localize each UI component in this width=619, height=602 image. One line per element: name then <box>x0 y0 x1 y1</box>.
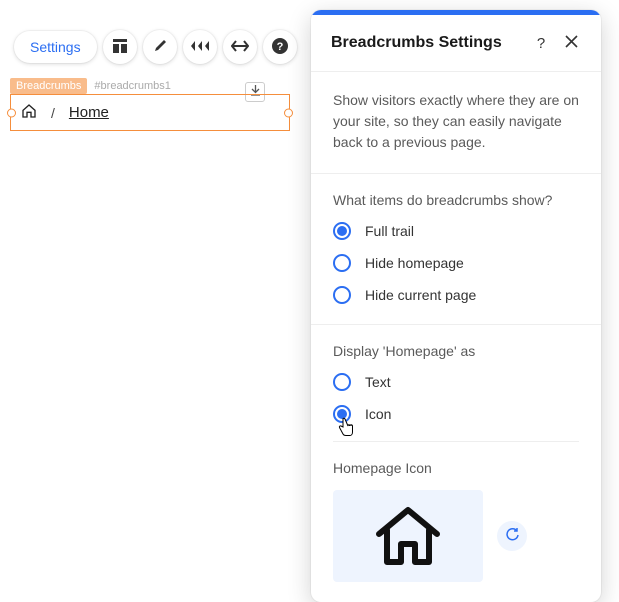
display-section: Display 'Homepage' as Text Icon Homepage… <box>311 325 601 602</box>
close-icon <box>565 35 578 52</box>
radio-display-text[interactable]: Text <box>333 373 579 391</box>
animation-button[interactable] <box>183 30 217 64</box>
layout-button[interactable] <box>103 30 137 64</box>
radio-full-trail[interactable]: Full trail <box>333 222 579 240</box>
radio-label: Full trail <box>365 223 414 239</box>
radio-label: Hide current page <box>365 287 476 303</box>
radio-icon <box>333 373 351 391</box>
panel-title: Breadcrumbs Settings <box>331 34 523 52</box>
radio-label: Hide homepage <box>365 255 464 271</box>
items-question: What items do breadcrumbs show? <box>333 192 579 208</box>
design-button[interactable] <box>143 30 177 64</box>
homepage-icon-preview[interactable] <box>333 490 483 582</box>
element-id-tag: #breadcrumbs1 <box>90 78 174 94</box>
icon-preview-row <box>333 490 579 582</box>
radio-label: Text <box>365 374 391 390</box>
radio-icon <box>333 286 351 304</box>
brush-icon <box>152 38 168 57</box>
items-section: What items do breadcrumbs show? Full tra… <box>311 174 601 325</box>
radio-icon <box>333 222 351 240</box>
replace-icon-button[interactable] <box>497 521 527 551</box>
panel-close-button[interactable] <box>559 31 583 55</box>
house-icon <box>373 504 443 569</box>
settings-panel: Breadcrumbs Settings ? Show visitors exa… <box>311 10 601 602</box>
help-icon: ? <box>272 38 288 57</box>
radio-icon <box>333 254 351 272</box>
stretch-icon <box>231 40 249 55</box>
radio-hide-current[interactable]: Hide current page <box>333 286 579 304</box>
element-tags: Breadcrumbs #breadcrumbs1 <box>10 78 175 94</box>
breadcrumb-separator: / <box>51 105 55 121</box>
display-question: Display 'Homepage' as <box>333 343 579 359</box>
panel-header: Breadcrumbs Settings ? <box>311 15 601 72</box>
stretch-button[interactable] <box>223 30 257 64</box>
help-button[interactable]: ? <box>263 30 297 64</box>
layout-icon <box>112 38 128 57</box>
radio-display-icon[interactable]: Icon <box>333 405 579 423</box>
element-toolbar: Settings ? <box>14 30 297 64</box>
breadcrumb-component[interactable]: / Home <box>10 94 290 131</box>
panel-help-button[interactable]: ? <box>529 31 553 55</box>
radio-hide-homepage[interactable]: Hide homepage <box>333 254 579 272</box>
radio-label: Icon <box>365 406 391 422</box>
refresh-icon <box>505 527 520 545</box>
breadcrumb-current[interactable]: Home <box>69 104 109 121</box>
home-icon <box>21 103 37 122</box>
svg-text:?: ? <box>276 41 283 53</box>
divider <box>333 441 579 442</box>
panel-description: Show visitors exactly where they are on … <box>333 90 579 153</box>
radio-icon <box>333 405 351 423</box>
settings-button[interactable]: Settings <box>14 31 97 63</box>
homepage-icon-label: Homepage Icon <box>333 460 579 476</box>
question-icon: ? <box>537 35 545 52</box>
panel-description-section: Show visitors exactly where they are on … <box>311 72 601 174</box>
animation-icon <box>191 39 209 56</box>
element-type-tag: Breadcrumbs <box>10 78 87 94</box>
